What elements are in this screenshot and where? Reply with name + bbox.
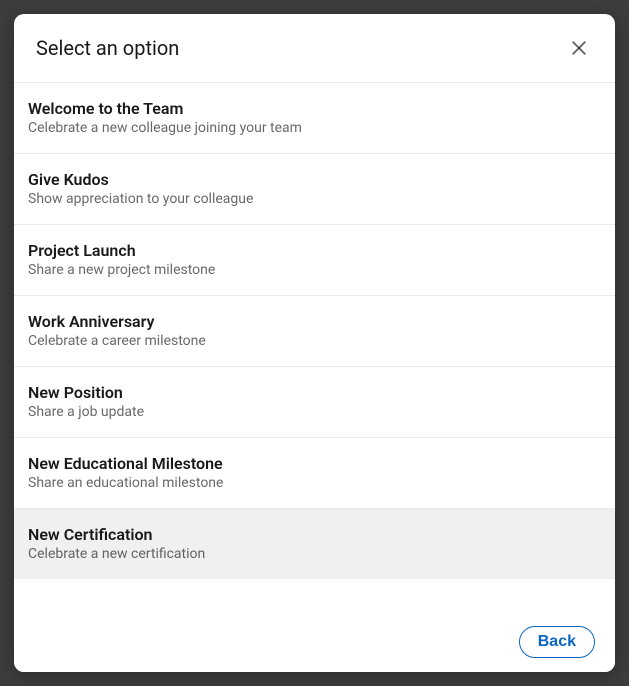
option-welcome-to-team[interactable]: Welcome to the Team Celebrate a new coll…	[14, 83, 615, 154]
option-title: Give Kudos	[28, 170, 601, 189]
option-work-anniversary[interactable]: Work Anniversary Celebrate a career mile…	[14, 296, 615, 367]
modal-title: Select an option	[36, 36, 179, 60]
option-desc: Share a job update	[28, 404, 601, 420]
option-desc: Share an educational milestone	[28, 475, 601, 491]
option-title: New Position	[28, 383, 601, 402]
modal-footer: Back	[14, 614, 615, 672]
modal-header: Select an option	[14, 14, 615, 83]
option-new-position[interactable]: New Position Share a job update	[14, 367, 615, 438]
options-list: Welcome to the Team Celebrate a new coll…	[14, 83, 615, 614]
option-new-educational-milestone[interactable]: New Educational Milestone Share an educa…	[14, 438, 615, 509]
option-desc: Share a new project milestone	[28, 262, 601, 278]
close-icon	[569, 38, 589, 58]
select-option-modal: Select an option Welcome to the Team Cel…	[14, 14, 615, 672]
option-title: Project Launch	[28, 241, 601, 260]
option-give-kudos[interactable]: Give Kudos Show appreciation to your col…	[14, 154, 615, 225]
option-desc: Celebrate a new certification	[28, 546, 601, 562]
back-button[interactable]: Back	[519, 626, 595, 658]
option-title: Work Anniversary	[28, 312, 601, 331]
option-new-certification[interactable]: New Certification Celebrate a new certif…	[14, 509, 615, 579]
option-desc: Show appreciation to your colleague	[28, 191, 601, 207]
option-title: New Certification	[28, 525, 601, 544]
option-project-launch[interactable]: Project Launch Share a new project miles…	[14, 225, 615, 296]
option-desc: Celebrate a new colleague joining your t…	[28, 120, 601, 136]
option-title: New Educational Milestone	[28, 454, 601, 473]
option-desc: Celebrate a career milestone	[28, 333, 601, 349]
close-button[interactable]	[563, 32, 595, 64]
option-title: Welcome to the Team	[28, 99, 601, 118]
